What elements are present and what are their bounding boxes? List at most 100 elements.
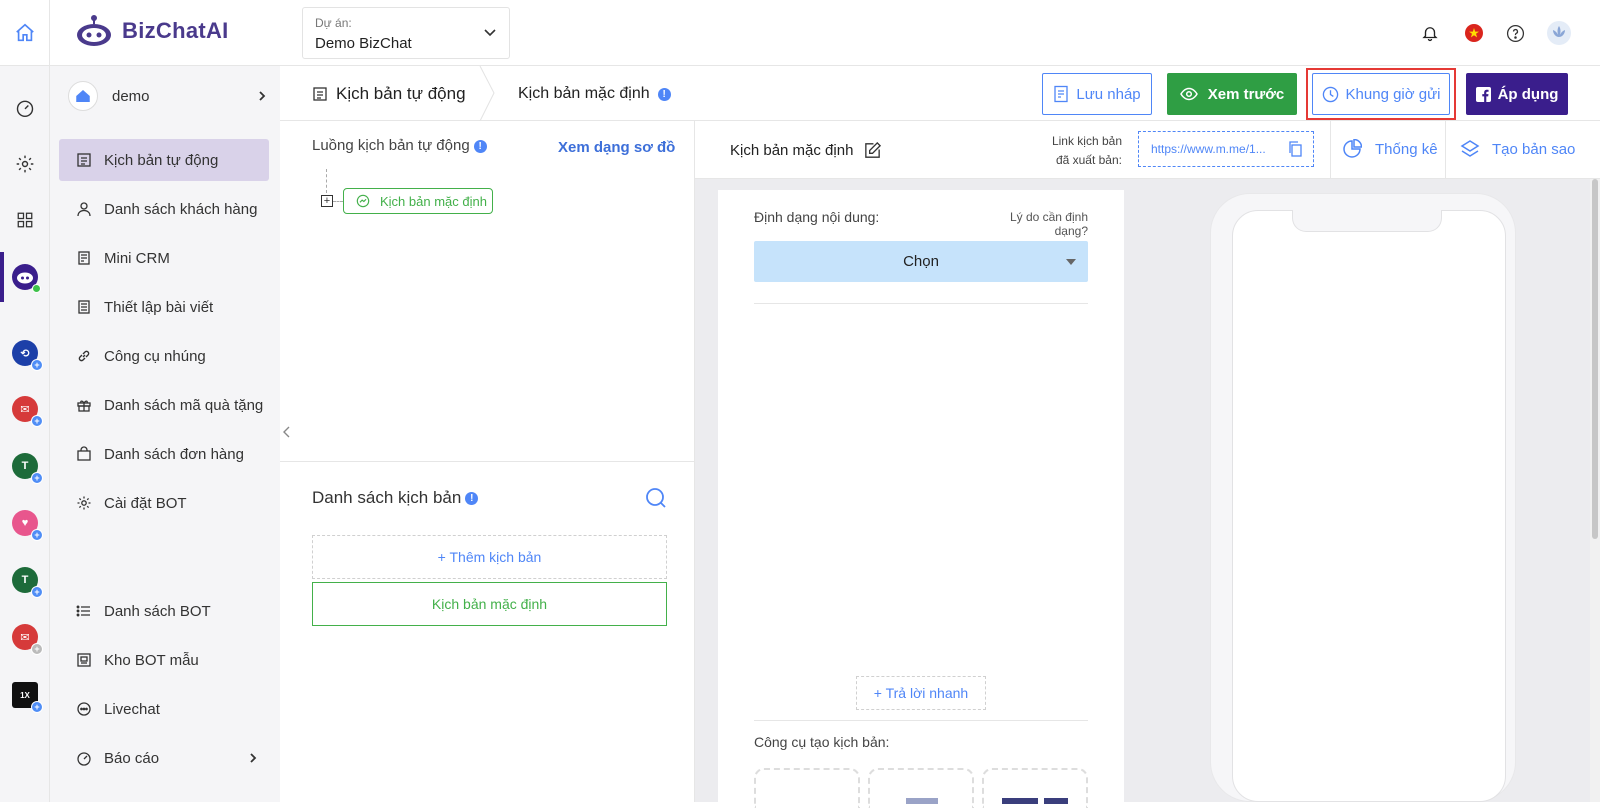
nav-item-bot-templates[interactable]: Kho BOT mẫu: [59, 639, 269, 681]
rail-app-3[interactable]: ✉ +: [12, 396, 43, 427]
user-switcher[interactable]: demo: [68, 78, 268, 114]
home-button[interactable]: [0, 0, 50, 66]
info-icon[interactable]: !: [657, 87, 671, 101]
project-value: Demo BizChat: [315, 35, 412, 52]
bag-icon: [75, 445, 93, 463]
script-name-area: Kịch bản mặc định: [730, 141, 882, 160]
nav-item-livechat[interactable]: Livechat: [59, 688, 269, 730]
nav-item-orders[interactable]: Danh sách đơn hàng: [59, 433, 269, 475]
nav-item-label: Kho BOT mẫu: [104, 651, 199, 669]
app-rail: ⟲ + ✉ + T + ♥ + T + ✉ + 1X +: [0, 66, 50, 802]
app-swirl-icon: ⟲: [20, 347, 30, 360]
diagram-view-link[interactable]: Xem dạng sơ đồ: [558, 139, 675, 156]
eye-icon: [1179, 87, 1198, 101]
published-link-label-1: Link kịch bản: [1051, 134, 1122, 148]
language-button[interactable]: [1463, 22, 1485, 44]
format-label: Định dạng nội dung:: [754, 209, 880, 225]
chevron-right-icon: [250, 753, 257, 763]
nav-item-gift-codes[interactable]: Danh sách mã quà tặng: [59, 384, 269, 426]
rail-dashboard[interactable]: [13, 96, 37, 120]
project-selector[interactable]: Dự án: Demo BizChat: [302, 7, 510, 59]
notification-button[interactable]: [1419, 22, 1441, 44]
send-schedule-label: Khung giờ gửi: [1345, 85, 1441, 103]
preview-button[interactable]: Xem trước: [1167, 73, 1297, 115]
caret-down-icon: [1066, 258, 1076, 265]
flow-node[interactable]: Kịch bản mặc định: [343, 188, 493, 214]
add-app-icon: +: [31, 701, 43, 713]
format-why-link[interactable]: Lý do cần định dạng?: [974, 210, 1088, 238]
chat-icon: [75, 700, 93, 718]
apply-button[interactable]: Áp dụng: [1466, 73, 1568, 115]
tool-tile-gallery[interactable]: [982, 768, 1088, 808]
nav-item-label: Danh sách khách hàng: [104, 200, 258, 218]
edit-icon[interactable]: [863, 141, 882, 160]
add-app-icon: +: [31, 415, 43, 427]
nav-item-reports[interactable]: Báo cáo: [59, 737, 269, 779]
gear-icon: [75, 494, 93, 512]
tool-tile-icon: [906, 798, 938, 804]
send-schedule-button[interactable]: Khung giờ gửi: [1312, 73, 1450, 115]
add-script-button[interactable]: + Thêm kịch bản: [312, 535, 667, 579]
nav-item-mini-crm[interactable]: Mini CRM: [59, 237, 269, 279]
info-icon[interactable]: !: [465, 492, 479, 506]
tree-branch: [333, 201, 343, 202]
rail-apps[interactable]: [13, 208, 37, 232]
top-bar: [0, 0, 1600, 66]
link-icon: [75, 347, 93, 365]
expand-toggle[interactable]: +: [321, 195, 333, 207]
divider: [1330, 121, 1331, 179]
rail-app-7[interactable]: ✉ +: [12, 624, 43, 655]
flow-title: Luồng kịch bản tự động!: [312, 137, 487, 154]
scrollbar-thumb[interactable]: [1592, 179, 1598, 539]
profile-avatar[interactable]: [1546, 20, 1572, 46]
bell-icon: [1422, 27, 1438, 42]
add-app-icon: +: [31, 472, 43, 484]
rail-settings[interactable]: [13, 152, 37, 176]
rail-app-2[interactable]: ⟲ +: [12, 340, 43, 371]
script-list-item[interactable]: Kịch bản mặc định: [312, 582, 667, 626]
nav-item-customers[interactable]: Danh sách khách hàng: [59, 188, 269, 230]
search-button[interactable]: [645, 487, 667, 514]
nav-item-label: Kịch bản tự động: [104, 151, 219, 169]
user-name: demo: [112, 87, 150, 105]
rail-app-bizchat[interactable]: [12, 264, 41, 293]
rail-active-indicator: [0, 252, 4, 302]
format-select[interactable]: Chọn: [754, 241, 1088, 282]
rail-app-8[interactable]: 1X +: [12, 682, 43, 713]
script-icon: [75, 151, 93, 169]
grid-icon: [17, 212, 33, 228]
rail-app-4[interactable]: T +: [12, 453, 43, 484]
tool-tile-image[interactable]: [868, 768, 974, 808]
brand-logo[interactable]: BizChatAI: [74, 14, 229, 48]
crm-icon: [75, 249, 93, 267]
format-select-value: Chọn: [903, 253, 939, 270]
nav-item-bot-list[interactable]: Danh sách BOT: [59, 590, 269, 632]
published-link-field[interactable]: https://www.m.me/1...: [1138, 131, 1314, 167]
rail-app-5[interactable]: ♥ +: [12, 510, 43, 541]
rail-app-6[interactable]: T +: [12, 567, 43, 598]
help-button[interactable]: [1504, 22, 1526, 44]
user-avatar: [68, 81, 98, 111]
copy-icon[interactable]: [1287, 140, 1303, 158]
save-draft-button[interactable]: Lưu nháp: [1042, 73, 1152, 115]
quick-reply-button[interactable]: + Trả lời nhanh: [856, 676, 986, 710]
phone-notch: [1292, 210, 1442, 232]
nav-item-posts[interactable]: Thiết lập bài viết: [59, 286, 269, 328]
published-link-label: Link kịch bản đã xuất bản:: [1040, 132, 1122, 170]
report-icon: [75, 749, 93, 767]
duplicate-label: Tạo bản sao: [1492, 140, 1576, 158]
tool-tile-text[interactable]: [754, 768, 860, 808]
nav-item-label: Thiết lập bài viết: [104, 298, 214, 316]
stats-button[interactable]: Thống kê: [1342, 139, 1438, 159]
divider: [1445, 121, 1446, 179]
info-icon[interactable]: !: [473, 139, 487, 153]
post-icon: [75, 298, 93, 316]
nav-item-embed-tools[interactable]: Công cụ nhúng: [59, 335, 269, 377]
tree-line: [326, 169, 327, 193]
breadcrumb-item-1[interactable]: Kịch bản tự động: [312, 84, 466, 104]
nav-item-bot-settings[interactable]: Cài đặt BOT: [59, 482, 269, 524]
stats-label: Thống kê: [1375, 140, 1438, 158]
published-link-label-2: đã xuất bản:: [1055, 153, 1122, 167]
nav-item-auto-script[interactable]: Kịch bản tự động: [59, 139, 269, 181]
duplicate-button[interactable]: Tạo bản sao: [1460, 139, 1575, 159]
